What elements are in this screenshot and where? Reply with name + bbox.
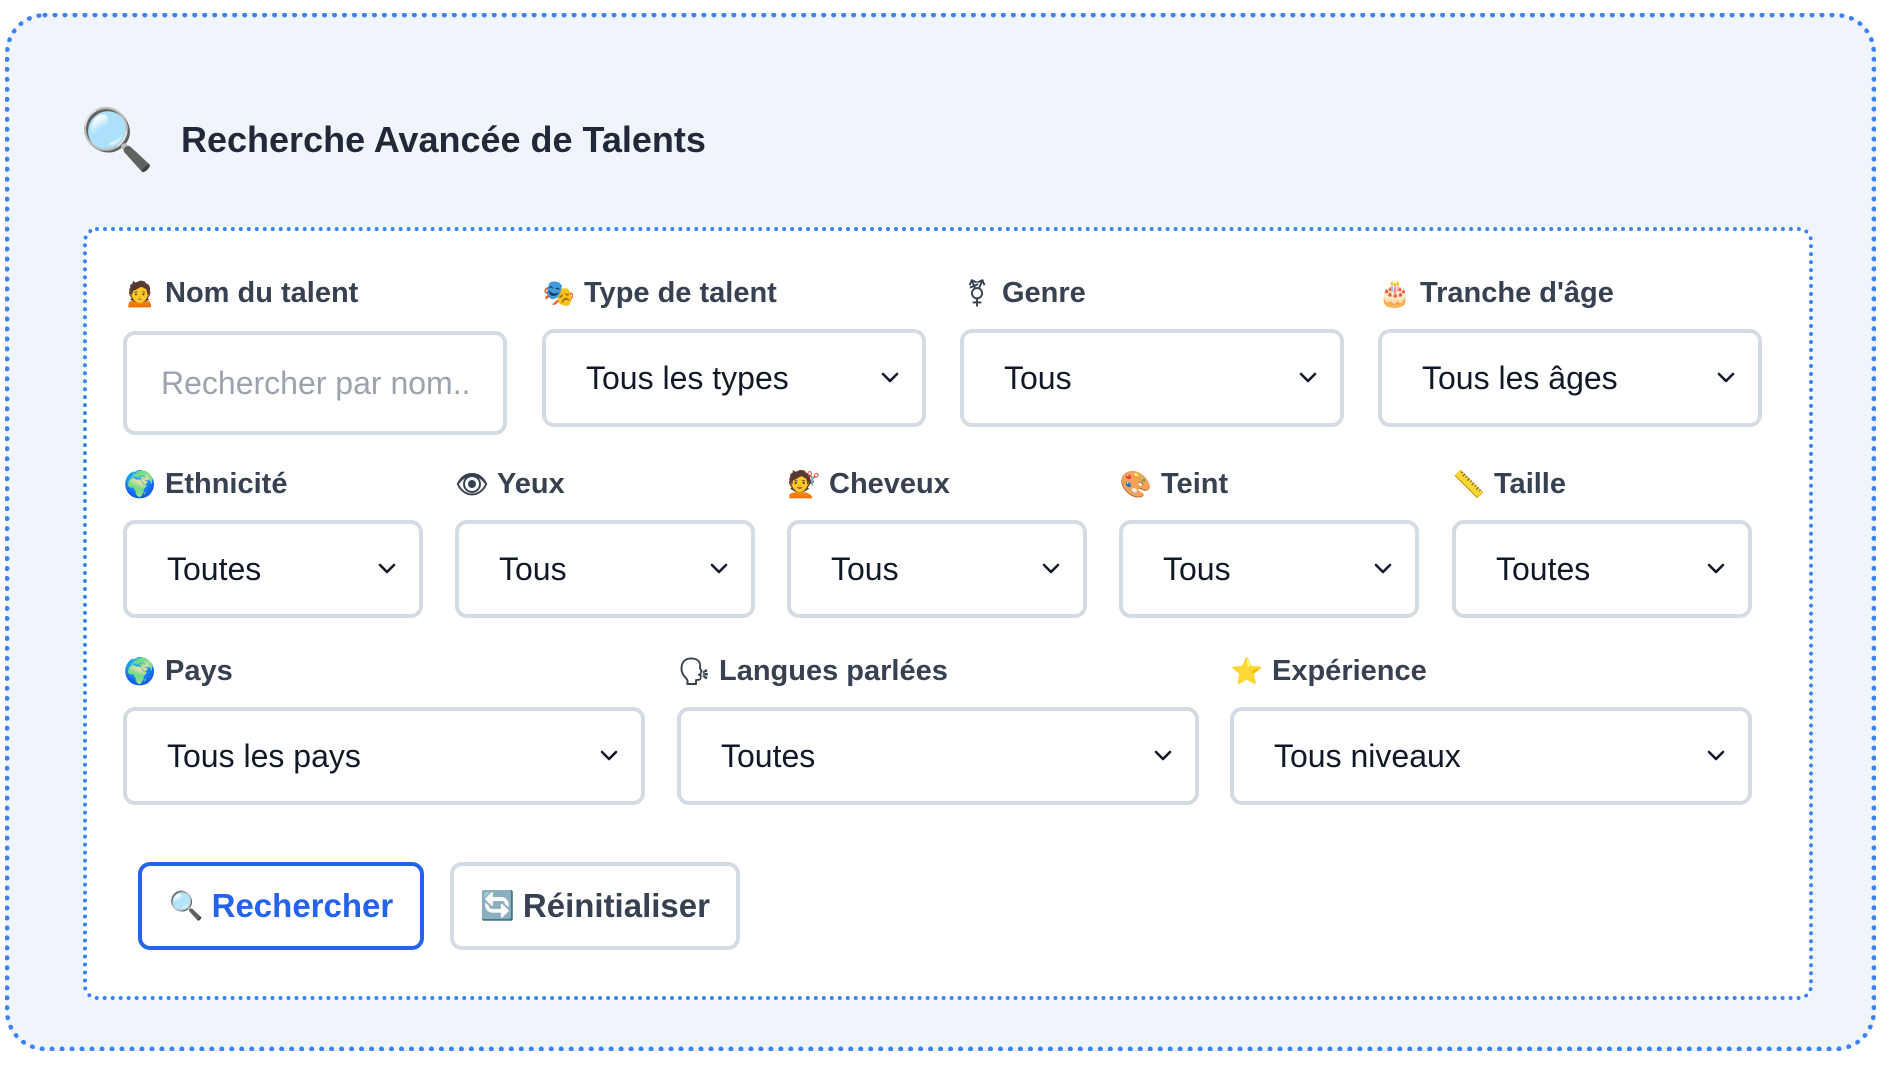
chevron-down-icon bbox=[707, 557, 731, 581]
magnifier-icon: 🔍 bbox=[168, 890, 204, 921]
chevron-down-icon bbox=[1371, 557, 1395, 581]
refresh-icon: 🔄 bbox=[480, 890, 515, 921]
field-hair: 💇 Cheveux Tous bbox=[787, 464, 1087, 618]
name-input-box bbox=[123, 331, 507, 435]
search-button-label: Rechercher bbox=[211, 887, 394, 924]
country-label: Pays bbox=[165, 654, 233, 687]
complexion-select[interactable]: Tous bbox=[1119, 520, 1419, 618]
palette-icon: 🎨 bbox=[1119, 469, 1153, 499]
search-button[interactable]: 🔍 Rechercher bbox=[138, 862, 424, 950]
person-icon: 🙍 bbox=[123, 278, 157, 308]
field-ethnicity: 🌍 Ethnicité Toutes bbox=[123, 464, 423, 618]
chevron-down-icon bbox=[1296, 366, 1320, 390]
reset-button-label: Réinitialiser bbox=[522, 887, 710, 924]
globe-icon: 🌍 bbox=[123, 469, 157, 499]
country-select-value: Tous les pays bbox=[167, 737, 361, 774]
page-title: Recherche Avancée de Talents bbox=[181, 119, 706, 160]
ruler-icon: 📏 bbox=[1452, 469, 1486, 499]
complexion-label: Teint bbox=[1161, 467, 1229, 500]
eye-icon: 👁 bbox=[455, 469, 489, 499]
reset-button[interactable]: 🔄 Réinitialiser bbox=[450, 862, 740, 950]
gender-select[interactable]: Tous bbox=[960, 329, 1344, 427]
type-select-value: Tous les types bbox=[586, 359, 789, 396]
field-height: 📏 Taille Toutes bbox=[1452, 464, 1752, 618]
experience-select[interactable]: Tous niveaux bbox=[1230, 707, 1752, 805]
eyes-select-value: Tous bbox=[499, 550, 567, 587]
eyes-label: Yeux bbox=[497, 467, 565, 500]
panel-header: 🔍 Recherche Avancée de Talents bbox=[77, 90, 706, 190]
field-name: 🙍 Nom du talent bbox=[123, 273, 507, 435]
chevron-down-icon bbox=[1704, 744, 1728, 768]
chevron-down-icon bbox=[1704, 557, 1728, 581]
hair-select-value: Tous bbox=[831, 550, 899, 587]
type-select[interactable]: Tous les types bbox=[542, 329, 926, 427]
chevron-down-icon bbox=[1714, 366, 1738, 390]
haircut-icon: 💇 bbox=[787, 469, 821, 499]
gender-label: Genre bbox=[1002, 276, 1086, 309]
age-select-value: Tous les âges bbox=[1422, 359, 1618, 396]
languages-select[interactable]: Toutes bbox=[677, 707, 1199, 805]
ethnicity-select[interactable]: Toutes bbox=[123, 520, 423, 618]
height-label: Taille bbox=[1494, 467, 1566, 500]
chevron-down-icon bbox=[597, 744, 621, 768]
field-complexion: 🎨 Teint Tous bbox=[1119, 464, 1419, 618]
languages-select-value: Toutes bbox=[721, 737, 816, 774]
gender-icon: ⚧ bbox=[966, 278, 988, 308]
complexion-select-value: Tous bbox=[1163, 550, 1231, 587]
experience-label: Expérience bbox=[1272, 654, 1427, 687]
speaking-head-icon: 🗣 bbox=[677, 656, 711, 686]
field-languages: 🗣 Langues parlées Toutes bbox=[677, 651, 1199, 805]
gender-select-value: Tous bbox=[1004, 359, 1072, 396]
field-type: 🎭 Type de talent Tous les types bbox=[542, 273, 926, 427]
theater-masks-icon: 🎭 bbox=[542, 278, 576, 308]
birthday-cake-icon: 🎂 bbox=[1378, 278, 1412, 308]
ethnicity-select-value: Toutes bbox=[167, 550, 262, 587]
ethnicity-label: Ethnicité bbox=[165, 467, 288, 500]
name-label: Nom du talent bbox=[165, 276, 359, 309]
height-select[interactable]: Toutes bbox=[1452, 520, 1752, 618]
chevron-down-icon bbox=[878, 366, 902, 390]
field-country: 🌍 Pays Tous les pays bbox=[123, 651, 645, 805]
eyes-select[interactable]: Tous bbox=[455, 520, 755, 618]
hair-label: Cheveux bbox=[829, 467, 950, 500]
globe-icon: 🌍 bbox=[123, 656, 157, 686]
search-panel: 🔍 Recherche Avancée de Talents 🙍 Nom du … bbox=[5, 13, 1876, 1051]
field-eyes: 👁 Yeux Tous bbox=[455, 464, 755, 618]
field-gender: ⚧ Genre Tous bbox=[960, 273, 1344, 427]
field-experience: ⭐ Expérience Tous niveaux bbox=[1230, 651, 1752, 805]
languages-label: Langues parlées bbox=[719, 654, 948, 687]
name-search-input[interactable] bbox=[161, 364, 469, 402]
age-label: Tranche d'âge bbox=[1420, 276, 1614, 309]
experience-select-value: Tous niveaux bbox=[1274, 737, 1461, 774]
field-age: 🎂 Tranche d'âge Tous les âges bbox=[1378, 273, 1762, 427]
country-select[interactable]: Tous les pays bbox=[123, 707, 645, 805]
hair-select[interactable]: Tous bbox=[787, 520, 1087, 618]
search-form: 🙍 Nom du talent 🎭 Type de talent Tous le… bbox=[83, 227, 1813, 1000]
chevron-down-icon bbox=[375, 557, 399, 581]
age-select[interactable]: Tous les âges bbox=[1378, 329, 1762, 427]
type-label: Type de talent bbox=[584, 276, 777, 309]
height-select-value: Toutes bbox=[1496, 550, 1591, 587]
chevron-down-icon bbox=[1039, 557, 1063, 581]
star-icon: ⭐ bbox=[1230, 656, 1264, 686]
chevron-down-icon bbox=[1151, 744, 1175, 768]
magnifier-icon: 🔍 bbox=[79, 106, 155, 173]
